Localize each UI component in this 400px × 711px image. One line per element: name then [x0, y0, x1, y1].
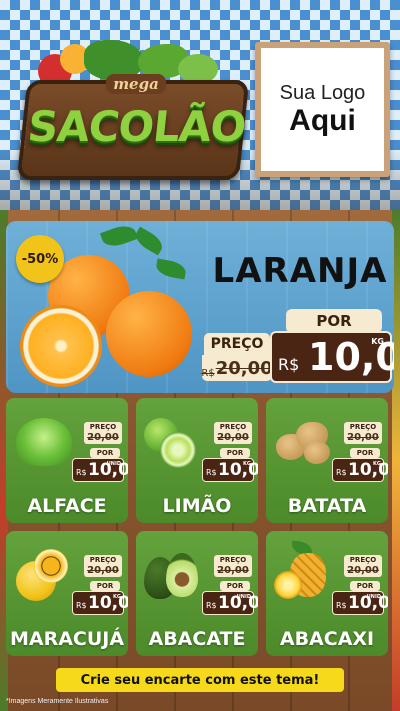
logo-placeholder: Sua Logo Aqui: [255, 42, 390, 177]
product-card: PREÇO 20,00 POR R$ 10,00 UNID ABACAXI: [266, 531, 388, 656]
product-card: PREÇO 20,00 POR R$ 10,00 KG BATATA: [266, 398, 388, 523]
new-price: R$ 10,00 KG: [332, 458, 388, 482]
product-card: PREÇO 20,00 POR R$ 10,00 KG LIMÃO: [136, 398, 258, 523]
price-unit: UNID: [366, 594, 381, 600]
preco-label: PREÇO: [204, 333, 270, 355]
product-name: LIMÃO: [162, 495, 232, 517]
preco-label: PREÇO: [344, 422, 382, 432]
currency: R$: [336, 601, 347, 610]
logo-line1: Sua Logo: [279, 82, 366, 105]
por-label: POR: [350, 448, 380, 458]
new-price: R$ 10,00 KG: [202, 458, 258, 482]
featured-offer: -50% LARANJA POR PREÇO R$ 20,00 R$ 10,00…: [6, 221, 394, 393]
currency: R$: [206, 468, 217, 477]
price-unit: KG: [113, 594, 121, 600]
new-currency: R$: [278, 355, 300, 374]
product-name: MARACUJÁ: [9, 628, 125, 650]
featured-product-name: LARANJA: [212, 251, 388, 291]
product-card: PREÇO 20,00 POR R$ 10,00 UNID ALFACE: [6, 398, 128, 523]
brand-name: SACOLÃO: [25, 102, 248, 151]
price-unit: KG: [373, 461, 381, 467]
old-amount: 20,00: [215, 358, 273, 379]
avocado-half-icon: [166, 553, 198, 597]
passion-fruit-slice-icon: [34, 549, 68, 583]
price-unit: KG: [243, 461, 251, 467]
brand-logo: mega SACOLÃO: [16, 40, 250, 190]
leaf-icon: [154, 258, 188, 280]
old-price: 20,00: [344, 565, 382, 577]
new-price: R$ 10,00 KG: [72, 591, 128, 615]
new-price: R$ 10,00 KG: [270, 331, 394, 383]
preco-label: PREÇO: [214, 422, 252, 432]
preco-label: PREÇO: [344, 555, 382, 565]
preco-label: PREÇO: [84, 422, 122, 432]
preco-label: PREÇO: [214, 555, 252, 565]
pineapple-slice-icon: [274, 571, 302, 599]
por-label: POR: [350, 581, 380, 591]
new-price: R$ 10,00 UNID: [72, 458, 128, 482]
old-price: 20,00: [84, 432, 122, 444]
discount-badge: -50%: [16, 235, 64, 283]
old-price: 20,00: [344, 432, 382, 444]
brand-top: mega: [106, 74, 166, 94]
product-name: ALFACE: [27, 495, 107, 517]
old-currency: R$: [201, 368, 215, 379]
disclaimer: *Imagens Meramente Ilustrativas: [6, 698, 109, 705]
product-name: BATATA: [287, 495, 367, 517]
orange-slice-icon: [20, 305, 102, 387]
por-label: POR: [90, 448, 120, 458]
new-amount: 10,00: [88, 593, 128, 613]
leaf-icon: [132, 226, 166, 256]
old-price: 20,00: [84, 565, 122, 577]
por-label: POR: [90, 581, 120, 591]
lettuce-icon: [16, 418, 72, 466]
leaf-icon: [99, 221, 139, 251]
lime-slice-icon: [160, 432, 196, 468]
preco-label: PREÇO: [84, 555, 122, 565]
product-card: PREÇO 20,00 POR R$ 10,00 KG MARACUJÁ: [6, 531, 128, 656]
price-unit: UNID: [236, 594, 251, 600]
old-price: 20,00: [214, 565, 252, 577]
currency: R$: [336, 468, 347, 477]
new-amount: 10,00: [218, 460, 258, 480]
currency: R$: [76, 601, 87, 610]
new-price: R$ 10,00 UNID: [332, 591, 388, 615]
product-name: ABACATE: [148, 628, 246, 650]
logo-line2: Aqui: [289, 104, 356, 138]
price-unit: UNID: [106, 461, 121, 467]
cta-banner[interactable]: Crie seu encarte com este tema!: [56, 668, 344, 692]
product-card: PREÇO 20,00 POR R$ 10,00 UNID ABACATE: [136, 531, 258, 656]
product-name: ABACAXI: [279, 628, 375, 650]
por-label: POR: [220, 581, 250, 591]
old-price: 20,00: [214, 432, 252, 444]
por-label: POR: [220, 448, 250, 458]
new-price: R$ 10,00 UNID: [202, 591, 258, 615]
por-label: POR: [286, 309, 382, 333]
price-unit: KG: [371, 337, 384, 346]
old-price: R$ 20,00: [201, 355, 273, 381]
new-amount: 10,00: [348, 460, 388, 480]
potato-icon: [304, 442, 330, 464]
currency: R$: [206, 601, 217, 610]
orange-icon: [106, 291, 192, 377]
currency: R$: [76, 468, 87, 477]
